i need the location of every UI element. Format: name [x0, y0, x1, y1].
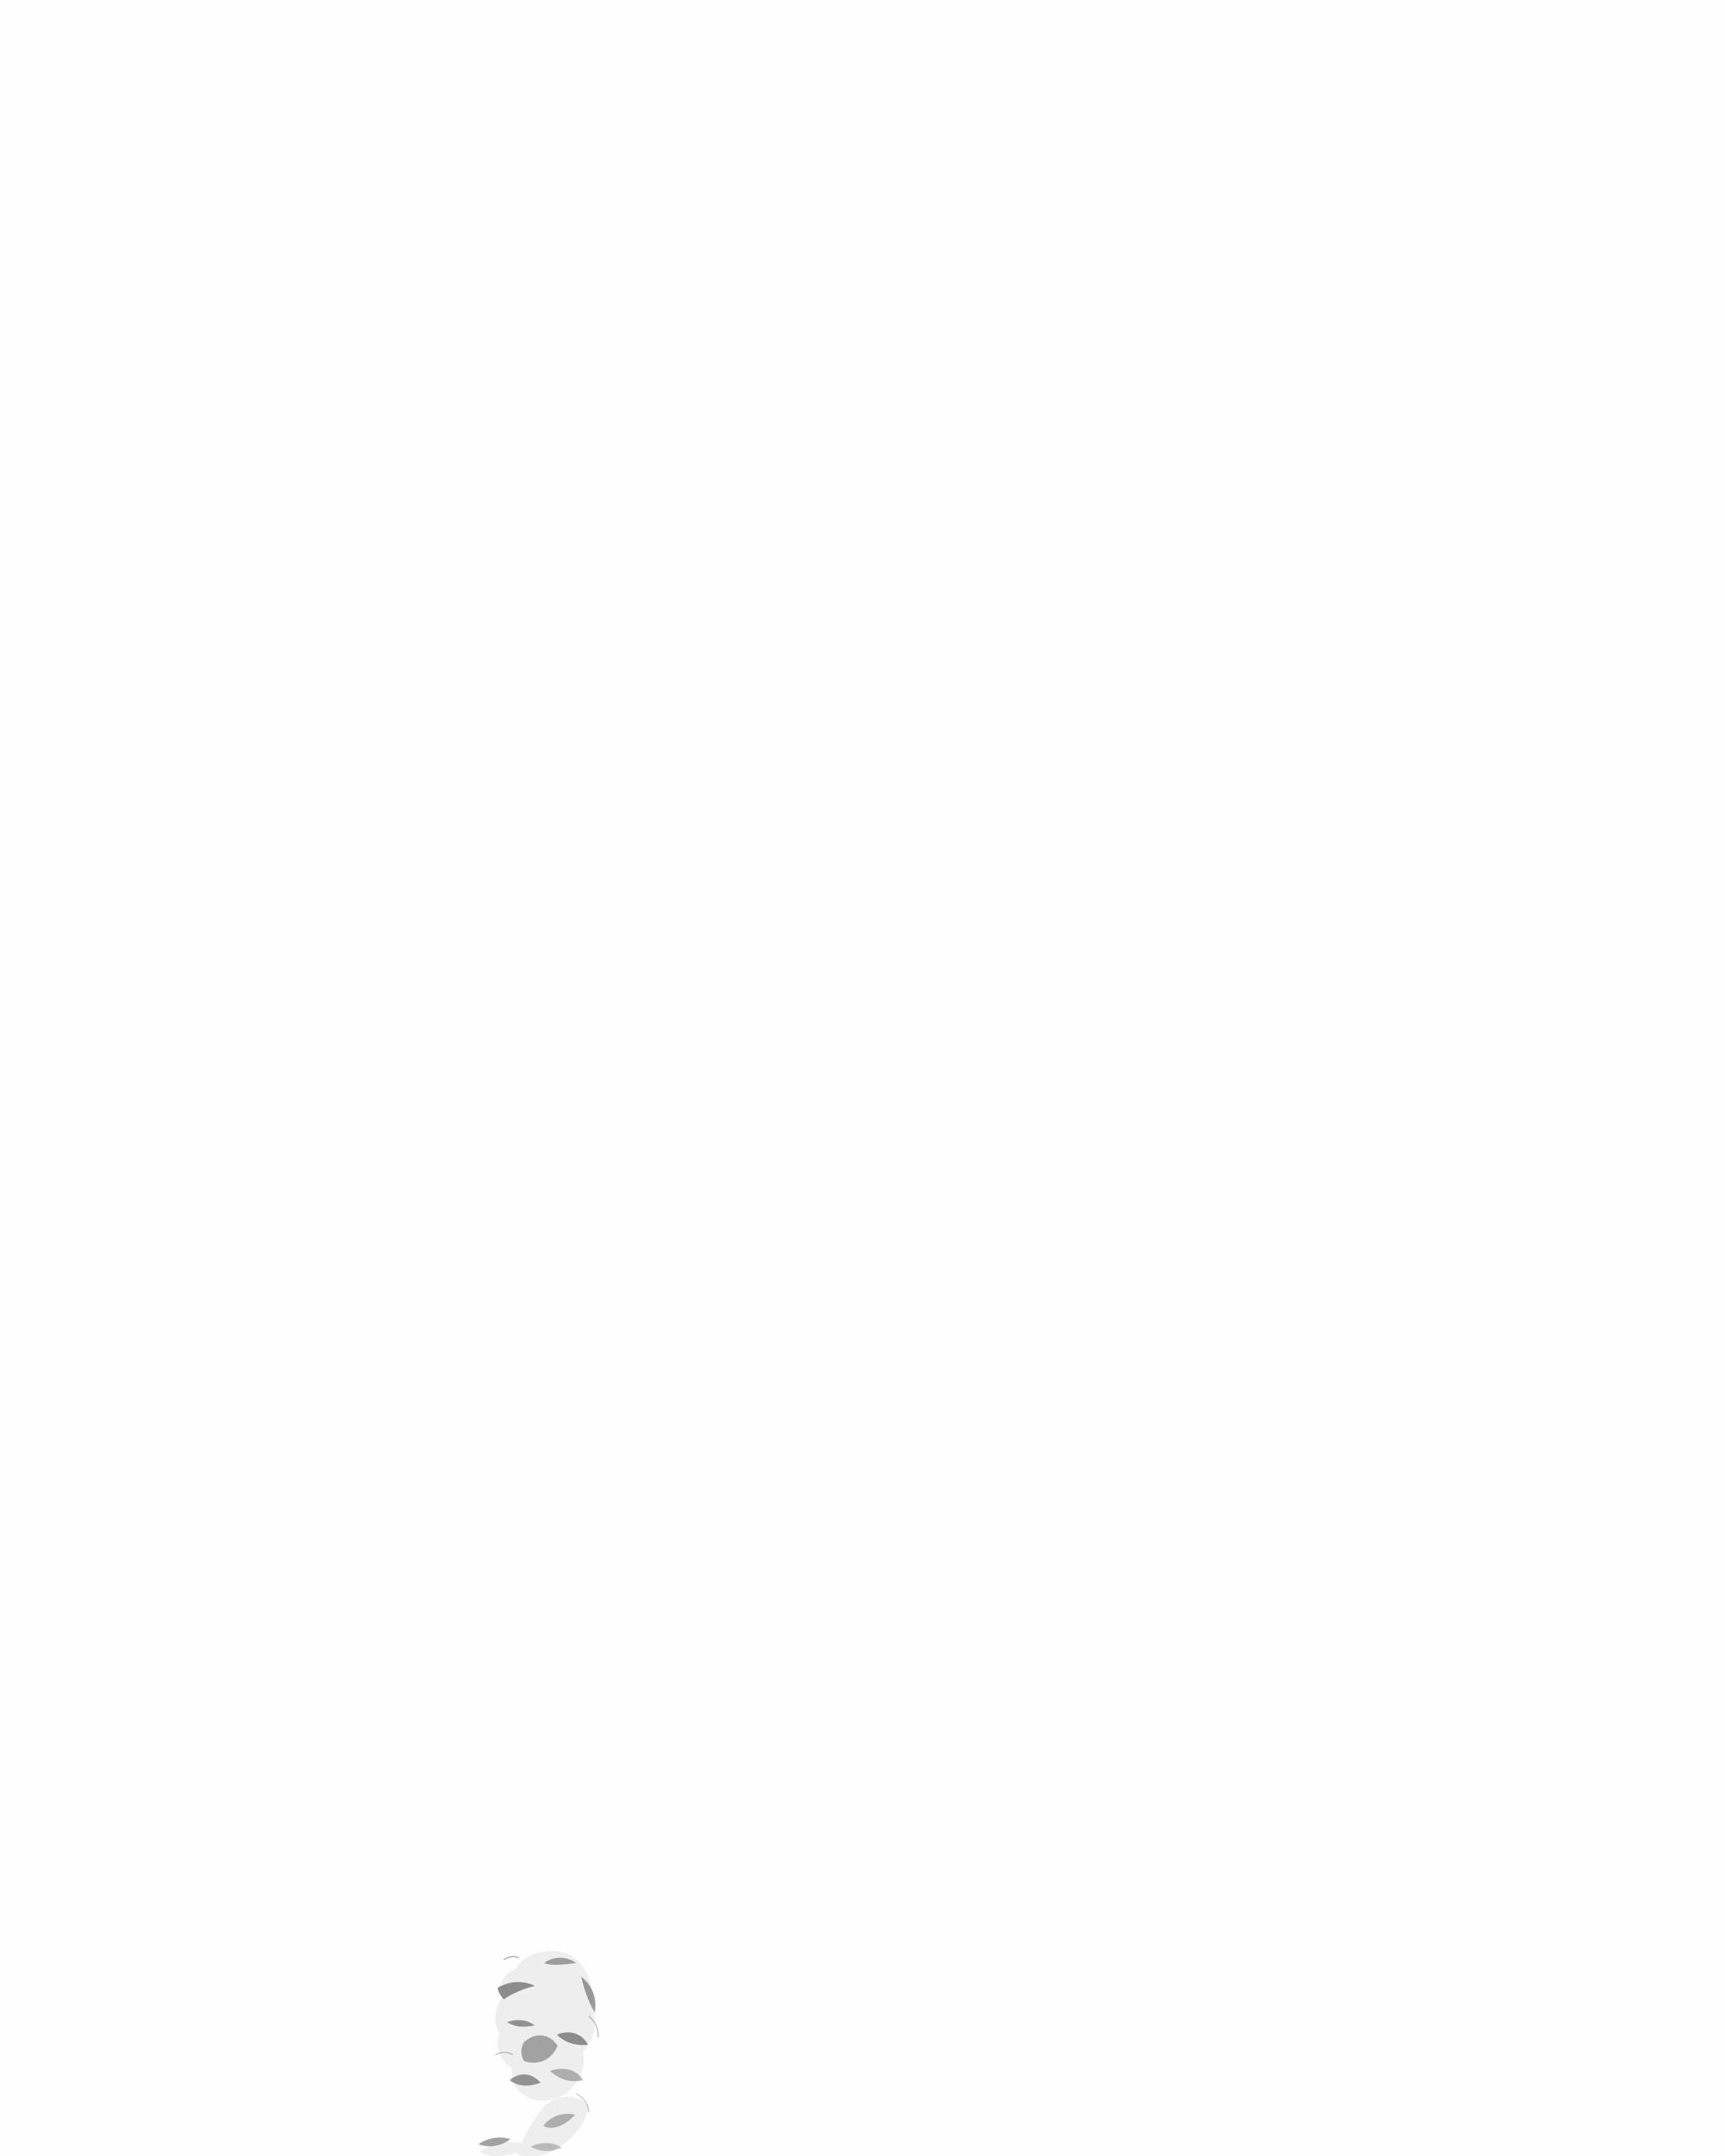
blank-page [0, 0, 1725, 2156]
faded-portrait-image [472, 1945, 615, 2156]
portrait-sketch-icon [478, 1951, 599, 2156]
